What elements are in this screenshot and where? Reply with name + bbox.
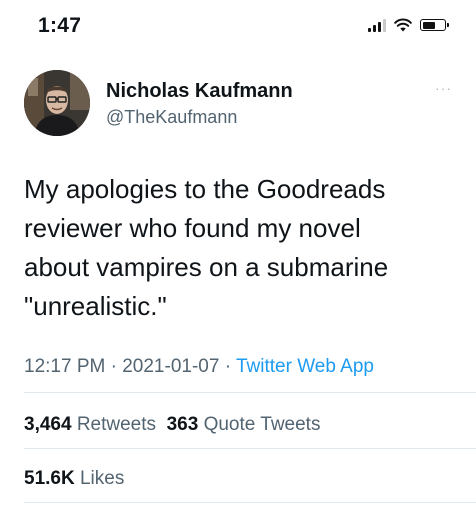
status-time: 1:47 [38,14,82,37]
quotes-stat[interactable]: 363 Quote Tweets [167,414,321,435]
tweet-time[interactable]: 12:17 PM [24,356,105,377]
status-bar: 1:47 [0,0,476,50]
tweet-meta: 12:17 PM · 2021-01-07 · Twitter Web App [24,356,374,378]
wifi-icon [394,18,412,32]
divider [24,502,476,503]
divider [24,392,476,393]
status-icons [368,18,449,32]
divider [24,448,476,449]
avatar[interactable] [24,70,90,136]
likes-stat[interactable]: 51.6K Likes [24,468,124,490]
meta-separator: · [110,356,117,377]
author-name[interactable]: Nicholas Kaufmann [106,80,293,103]
author-handle[interactable]: @TheKaufmann [106,107,237,128]
tweet-date[interactable]: 2021-01-07 [122,356,219,377]
profile-photo [24,70,90,136]
engagement-stats-row: 3,464 Retweets 363 Quote Tweets [24,414,320,436]
more-options-icon[interactable]: ··· [435,80,452,96]
meta-separator: · [224,356,232,377]
retweets-stat[interactable]: 3,464 Retweets [24,414,156,435]
retweets-count: 3,464 [24,414,72,435]
tweet-text: My apologies to the Goodreads reviewer w… [24,174,389,321]
quotes-count: 363 [166,414,199,435]
cellular-signal-icon [368,18,386,32]
likes-count: 51.6K [24,468,75,489]
quotes-label: Quote Tweets [203,414,321,435]
retweets-label: Retweets [76,414,157,435]
battery-icon [420,19,449,31]
tweet-source-link[interactable]: Twitter Web App [236,356,374,377]
likes-label: Likes [79,468,125,489]
